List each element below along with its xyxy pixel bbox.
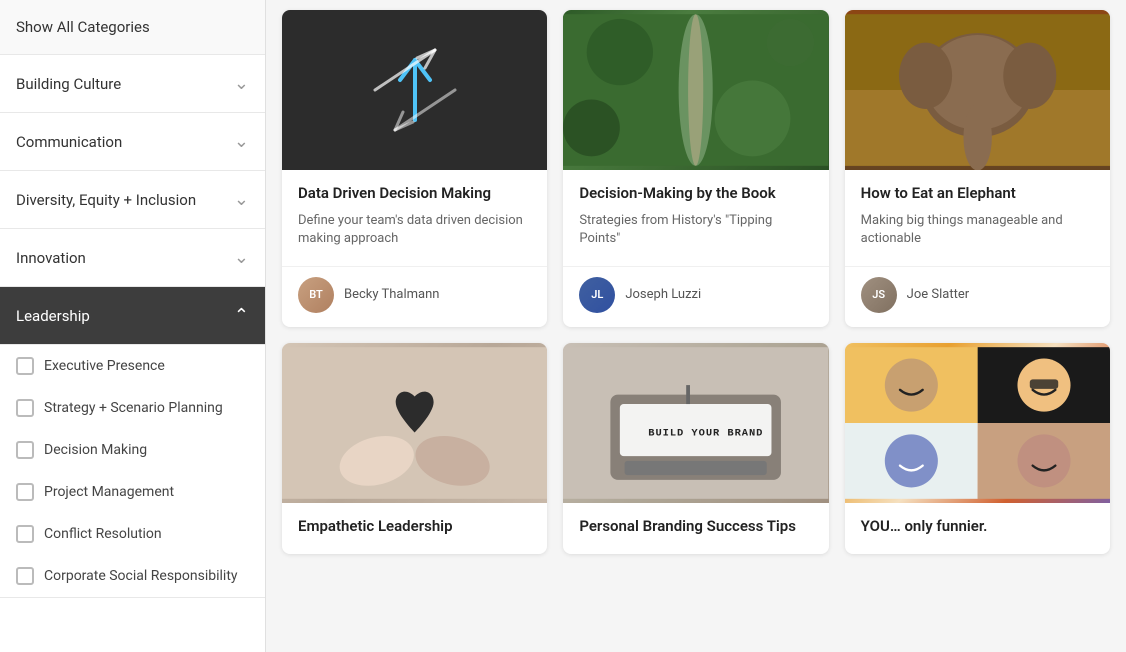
card-description: Making big things manageable and actiona… <box>861 212 1094 248</box>
card-title: Data Driven Decision Making <box>298 184 531 204</box>
card-image-path <box>563 10 828 170</box>
sidebar-item-communication[interactable]: Communication ⌄ <box>0 113 265 171</box>
chevron-down-icon: ⌄ <box>234 247 249 268</box>
avatar: BT <box>298 277 334 313</box>
checkbox-corporate-social[interactable] <box>16 567 34 585</box>
cards-grid: Data Driven Decision Making Define your … <box>282 10 1110 554</box>
author-name: Becky Thalmann <box>344 287 440 302</box>
sidebar-item-leadership-label: Leadership <box>16 307 90 325</box>
card-body: YOU… only funnier. <box>845 503 1110 555</box>
checkbox-decision-making[interactable] <box>16 441 34 459</box>
subitem-decision-making-label: Decision Making <box>44 442 147 458</box>
chevron-down-icon: ⌄ <box>234 73 249 94</box>
avatar: JL <box>579 277 615 313</box>
subitem-conflict-resolution-label: Conflict Resolution <box>44 526 162 542</box>
card-you-funnier[interactable]: YOU… only funnier. <box>845 343 1110 555</box>
subitem-project-management-label: Project Management <box>44 484 174 500</box>
card-image-hands <box>282 343 547 503</box>
subitem-executive-presence[interactable]: Executive Presence <box>0 345 265 387</box>
sidebar-item-innovation-label: Innovation <box>16 249 86 267</box>
card-image-typewriter: BUILD YOUR BRAND <box>563 343 828 503</box>
card-description: Define your team's data driven decision … <box>298 212 531 248</box>
author-name: Joseph Luzzi <box>625 287 701 302</box>
subitem-project-management[interactable]: Project Management <box>0 471 265 513</box>
subitem-corporate-social-label: Corporate Social Responsibility <box>44 568 238 584</box>
avatar: JS <box>861 277 897 313</box>
checkbox-executive-presence[interactable] <box>16 357 34 375</box>
card-image-elephant <box>845 10 1110 170</box>
card-image-arrows <box>282 10 547 170</box>
chevron-down-icon: ⌄ <box>234 189 249 210</box>
sidebar-item-show-all[interactable]: Show All Categories <box>0 0 265 55</box>
sidebar-item-building-culture[interactable]: Building Culture ⌄ <box>0 55 265 113</box>
subitem-executive-presence-label: Executive Presence <box>44 358 165 374</box>
card-footer: JL Joseph Luzzi <box>563 266 828 327</box>
card-body: Personal Branding Success Tips <box>563 503 828 555</box>
sidebar-item-diversity-label: Diversity, Equity + Inclusion <box>16 191 196 209</box>
checkbox-strategy-scenario[interactable] <box>16 399 34 417</box>
card-elephant[interactable]: How to Eat an Elephant Making big things… <box>845 10 1110 327</box>
sidebar: Show All Categories Building Culture ⌄ C… <box>0 0 266 652</box>
chevron-up-icon: ⌃ <box>234 305 249 326</box>
card-personal-branding[interactable]: BUILD YOUR BRAND Personal Branding Succe… <box>563 343 828 555</box>
card-body: How to Eat an Elephant Making big things… <box>845 170 1110 258</box>
checkbox-conflict-resolution[interactable] <box>16 525 34 543</box>
card-title: Personal Branding Success Tips <box>579 517 812 537</box>
card-footer: BT Becky Thalmann <box>282 266 547 327</box>
subitem-strategy-scenario-label: Strategy + Scenario Planning <box>44 400 223 416</box>
sidebar-item-communication-label: Communication <box>16 133 122 151</box>
card-empathetic-leadership[interactable]: Empathetic Leadership <box>282 343 547 555</box>
card-body: Decision-Making by the Book Strategies f… <box>563 170 828 258</box>
checkbox-project-management[interactable] <box>16 483 34 501</box>
card-title: Empathetic Leadership <box>298 517 531 537</box>
card-decision-book[interactable]: Decision-Making by the Book Strategies f… <box>563 10 828 327</box>
card-footer: JS Joe Slatter <box>845 266 1110 327</box>
main-content: Data Driven Decision Making Define your … <box>266 0 1126 652</box>
card-body: Empathetic Leadership <box>282 503 547 555</box>
sidebar-item-diversity[interactable]: Diversity, Equity + Inclusion ⌄ <box>0 171 265 229</box>
card-title: How to Eat an Elephant <box>861 184 1094 204</box>
subitem-decision-making[interactable]: Decision Making <box>0 429 265 471</box>
leadership-subitems: Executive Presence Strategy + Scenario P… <box>0 345 265 598</box>
subitem-conflict-resolution[interactable]: Conflict Resolution <box>0 513 265 555</box>
card-body: Data Driven Decision Making Define your … <box>282 170 547 258</box>
card-title: Decision-Making by the Book <box>579 184 812 204</box>
card-title: YOU… only funnier. <box>861 517 1094 537</box>
subitem-corporate-social[interactable]: Corporate Social Responsibility <box>0 555 265 597</box>
svg-text:BUILD YOUR BRAND: BUILD YOUR BRAND <box>649 427 764 439</box>
sidebar-item-innovation[interactable]: Innovation ⌄ <box>0 229 265 287</box>
sidebar-item-leadership[interactable]: Leadership ⌃ <box>0 287 265 345</box>
subitem-strategy-scenario[interactable]: Strategy + Scenario Planning <box>0 387 265 429</box>
author-name: Joe Slatter <box>907 287 969 302</box>
sidebar-item-show-all-label: Show All Categories <box>16 18 150 36</box>
card-image-people <box>845 343 1110 503</box>
card-data-driven[interactable]: Data Driven Decision Making Define your … <box>282 10 547 327</box>
card-description: Strategies from History's "Tipping Point… <box>579 212 812 248</box>
sidebar-item-building-culture-label: Building Culture <box>16 75 121 93</box>
chevron-down-icon: ⌄ <box>234 131 249 152</box>
